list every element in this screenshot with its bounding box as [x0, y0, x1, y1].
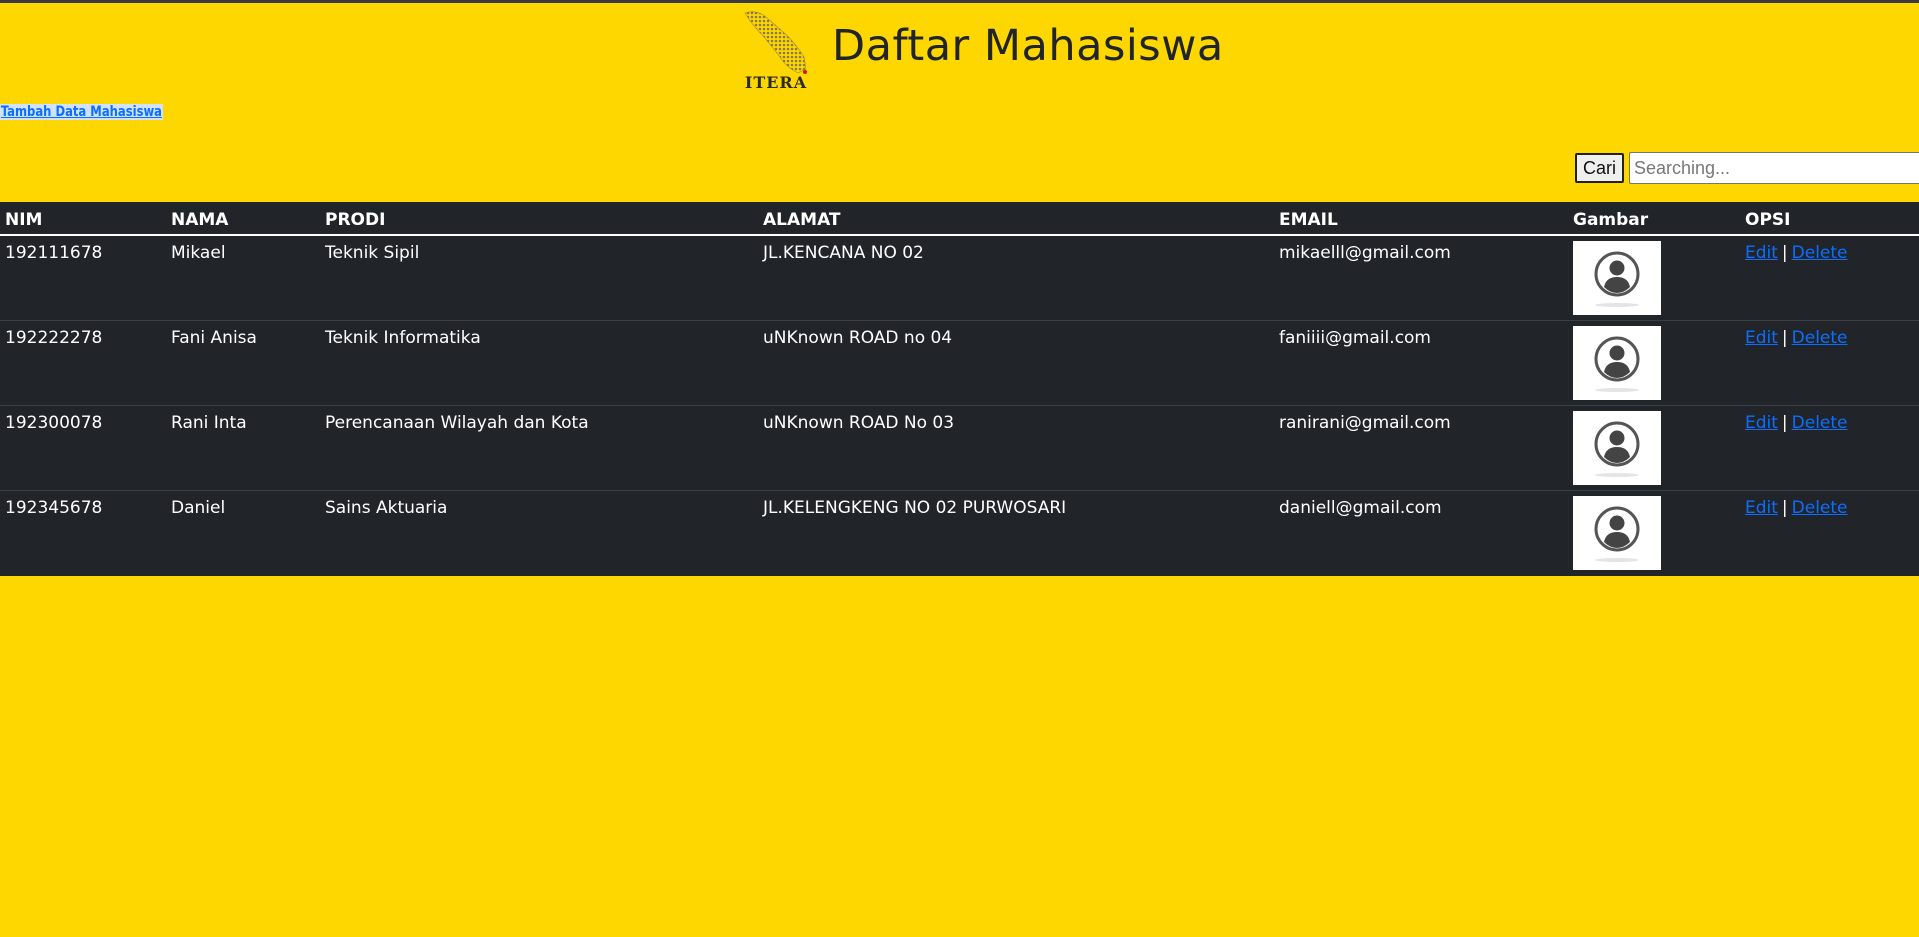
page-header: ITERA Daftar Mahasiswa: [742, 7, 1224, 93]
add-student-link[interactable]: Tambah Data Mahasiswa: [0, 104, 163, 120]
cell-email: mikaelll@gmail.com: [1274, 235, 1568, 321]
cell-opsi: Edit | Delete: [1740, 405, 1919, 491]
cell-opsi: Edit | Delete: [1740, 491, 1919, 577]
itera-logo-icon: [744, 11, 807, 74]
cell-gambar: [1568, 405, 1740, 491]
avatar-icon: [1573, 241, 1661, 315]
column-header-nama: NAMA: [166, 202, 320, 236]
cell-nim: 192111678: [0, 235, 166, 321]
separator: |: [1781, 243, 1788, 263]
itera-logo: ITERA: [742, 7, 810, 93]
avatar-icon: [1573, 496, 1661, 570]
student-table: NIM NAMA PRODI ALAMAT EMAIL Gambar OPSI …: [0, 202, 1919, 576]
cell-email: faniiii@gmail.com: [1274, 320, 1568, 406]
avatar-icon: [1573, 326, 1661, 400]
cell-alamat: JL.KELENGKENG NO 02 PURWOSARI: [763, 498, 1067, 518]
edit-link[interactable]: Edit: [1745, 328, 1778, 348]
search-input[interactable]: [1629, 152, 1919, 184]
cell-nama: Fani Anisa: [166, 320, 320, 406]
cell-email: ranirani@gmail.com: [1274, 405, 1568, 491]
column-header-email: EMAIL: [1274, 202, 1568, 236]
cell-alamat: uNKnown ROAD No 03: [758, 405, 1274, 491]
cell-nama: Mikael: [166, 235, 320, 321]
separator: |: [1781, 498, 1788, 518]
cell-gambar: [1568, 491, 1740, 577]
cell-prodi: Perencanaan Wilayah dan Kota: [320, 405, 758, 491]
column-header-prodi: PRODI: [320, 202, 758, 236]
cell-gambar: [1568, 235, 1740, 321]
cell-prodi: Sains Aktuaria: [325, 498, 448, 518]
cell-opsi: Edit | Delete: [1740, 235, 1919, 321]
search-bar: Cari: [1574, 152, 1919, 184]
table-row: 192300078 Rani Inta Perencanaan Wilayah …: [0, 405, 1919, 491]
column-header-nim: NIM: [0, 202, 166, 236]
column-header-alamat: ALAMAT: [758, 202, 1274, 236]
cell-nim: 192345678: [5, 498, 103, 518]
cell-gambar: [1568, 320, 1740, 406]
table-row: 192111678 Mikael Teknik Sipil JL.KENCANA…: [0, 235, 1919, 321]
cell-nama: Daniel: [171, 498, 226, 518]
logo-text: ITERA: [744, 73, 808, 92]
cell-alamat: uNKnown ROAD no 04: [758, 320, 1274, 406]
cell-prodi: Teknik Sipil: [320, 235, 758, 321]
table-row: 192222278 Fani Anisa Teknik Informatika …: [0, 320, 1919, 406]
avatar-icon: [1573, 411, 1661, 485]
column-header-gambar: Gambar: [1568, 202, 1740, 236]
separator: |: [1781, 413, 1788, 433]
page-title: Daftar Mahasiswa: [832, 21, 1224, 71]
column-header-opsi: OPSI: [1740, 202, 1919, 236]
cell-alamat: JL.KENCANA NO 02: [758, 235, 1274, 321]
edit-link[interactable]: Edit: [1745, 413, 1778, 433]
table-header-row: NIM NAMA PRODI ALAMAT EMAIL Gambar OPSI: [0, 202, 1919, 236]
cell-nim: 192300078: [0, 405, 166, 491]
edit-link[interactable]: Edit: [1745, 243, 1778, 263]
cell-prodi: Teknik Informatika: [320, 320, 758, 406]
cell-nim: 192222278: [0, 320, 166, 406]
edit-link[interactable]: Edit: [1745, 498, 1778, 518]
delete-link[interactable]: Delete: [1792, 498, 1848, 518]
delete-link[interactable]: Delete: [1792, 328, 1848, 348]
cell-email: daniell@gmail.com: [1279, 498, 1442, 518]
delete-link[interactable]: Delete: [1792, 413, 1848, 433]
cell-opsi: Edit | Delete: [1740, 320, 1919, 406]
table-row: 192345678 Daniel Sains Aktuaria JL.KELEN…: [0, 491, 1919, 577]
search-button[interactable]: Cari: [1574, 153, 1624, 183]
separator: |: [1781, 328, 1788, 348]
delete-link[interactable]: Delete: [1792, 243, 1848, 263]
cell-nama: Rani Inta: [166, 405, 320, 491]
